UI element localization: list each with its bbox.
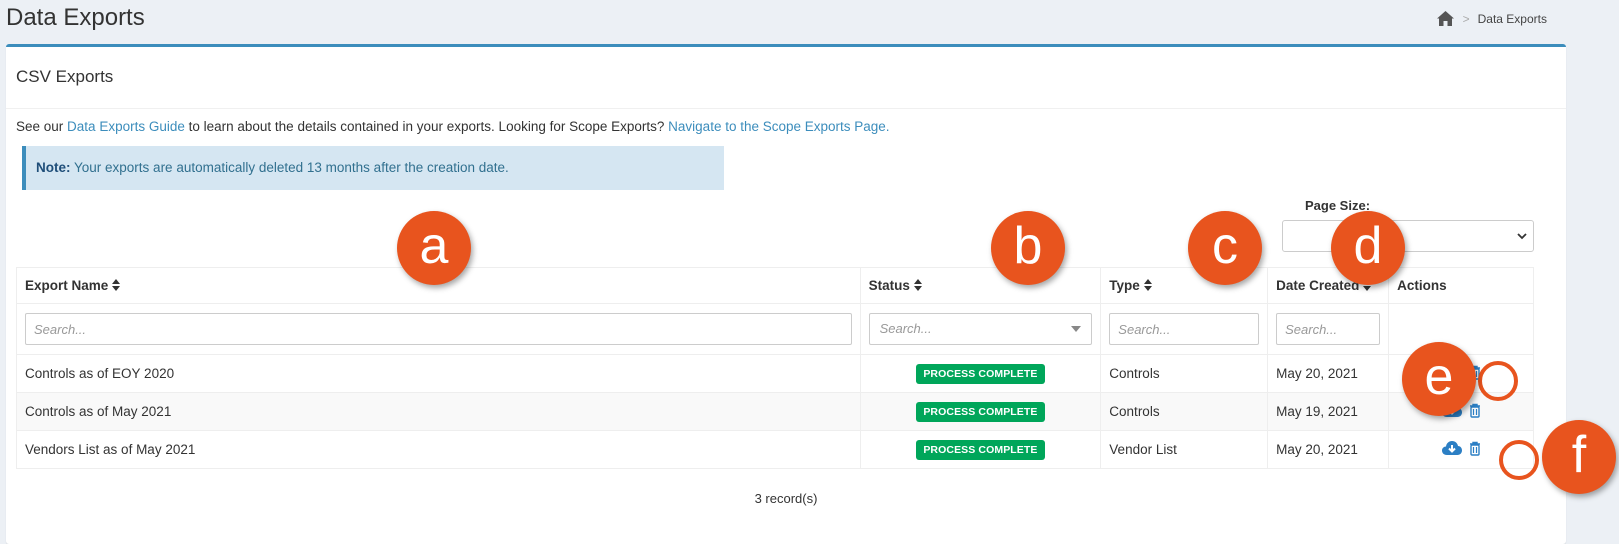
status-badge: PROCESS COMPLETE xyxy=(916,363,1045,384)
intro-middle: to learn about the details contained in … xyxy=(184,119,669,134)
date-cell: May 20, 2021 xyxy=(1267,430,1390,469)
trash-icon[interactable] xyxy=(1469,403,1481,421)
table-row: Vendors List as of May 2021 PROCESS COMP… xyxy=(16,430,1534,469)
breadcrumb: > Data Exports xyxy=(1436,10,1547,27)
type-search-input[interactable] xyxy=(1109,313,1260,345)
table-row: Controls as of May 2021 PROCESS COMPLETE… xyxy=(16,392,1534,431)
box-title: CSV Exports xyxy=(16,67,114,86)
note-callout: Note: Your exports are automatically del… xyxy=(22,146,724,190)
date-search-input[interactable] xyxy=(1276,313,1381,345)
note-label: Note: xyxy=(36,160,71,175)
export-name-cell: Controls as of EOY 2020 xyxy=(16,354,861,393)
page-title: Data Exports xyxy=(6,4,145,31)
box-header: CSV Exports xyxy=(6,47,1566,109)
type-cell: Controls xyxy=(1100,392,1269,431)
type-cell: Vendor List xyxy=(1100,430,1269,469)
page-header: Data Exports > Data Exports xyxy=(0,0,1619,44)
data-exports-guide-link[interactable]: Data Exports Guide xyxy=(67,119,185,134)
table-row: Controls as of EOY 2020 PROCESS COMPLETE… xyxy=(16,354,1534,393)
scope-exports-link[interactable]: Navigate to the Scope Exports Page. xyxy=(668,119,889,134)
date-cell: May 19, 2021 xyxy=(1267,392,1390,431)
caret-down-icon xyxy=(1071,326,1082,332)
date-cell: May 20, 2021 xyxy=(1267,354,1390,393)
page-size-select[interactable] xyxy=(1282,220,1534,252)
chevron-down-icon xyxy=(1517,230,1527,245)
intro-text: See our Data Exports Guide to learn abou… xyxy=(16,119,890,134)
trash-icon[interactable] xyxy=(1469,441,1481,459)
download-icon[interactable] xyxy=(1441,440,1463,459)
export-name-search-input[interactable] xyxy=(25,313,852,345)
export-name-cell: Controls as of May 2021 xyxy=(16,392,861,431)
filter-row: Search... xyxy=(16,303,1534,355)
column-header-status[interactable]: Status xyxy=(859,267,1102,304)
highlight-ring-download xyxy=(1478,361,1518,401)
records-count: 3 record(s) xyxy=(754,491,818,506)
status-filter-select[interactable]: Search... xyxy=(868,313,1093,345)
callout-b: b xyxy=(991,211,1065,285)
note-text: Your exports are automatically deleted 1… xyxy=(70,160,509,175)
export-name-cell: Vendors List as of May 2021 xyxy=(16,430,861,469)
callout-c: c xyxy=(1188,211,1262,285)
status-badge: PROCESS COMPLETE xyxy=(916,401,1045,422)
breadcrumb-separator: > xyxy=(1462,11,1470,26)
breadcrumb-current: Data Exports xyxy=(1477,11,1547,26)
type-cell: Controls xyxy=(1100,354,1269,393)
csv-exports-box: CSV Exports See our Data Exports Guide t… xyxy=(6,44,1566,544)
status-badge: PROCESS COMPLETE xyxy=(916,439,1045,460)
callout-d: d xyxy=(1331,211,1405,285)
sort-icon xyxy=(112,278,121,294)
column-header-actions: Actions xyxy=(1388,267,1534,304)
callout-a: a xyxy=(397,211,471,285)
highlight-ring-trash xyxy=(1499,440,1539,480)
header-row: Export Name Status Type Date Created Act… xyxy=(16,267,1534,304)
exports-table: Export Name Status Type Date Created Act… xyxy=(16,267,1534,469)
home-icon[interactable] xyxy=(1436,10,1455,27)
intro-prefix: See our xyxy=(16,119,68,134)
callout-f: f xyxy=(1542,420,1616,494)
callout-e: e xyxy=(1402,342,1476,416)
sort-icon xyxy=(913,278,922,294)
sort-icon xyxy=(1143,278,1152,294)
